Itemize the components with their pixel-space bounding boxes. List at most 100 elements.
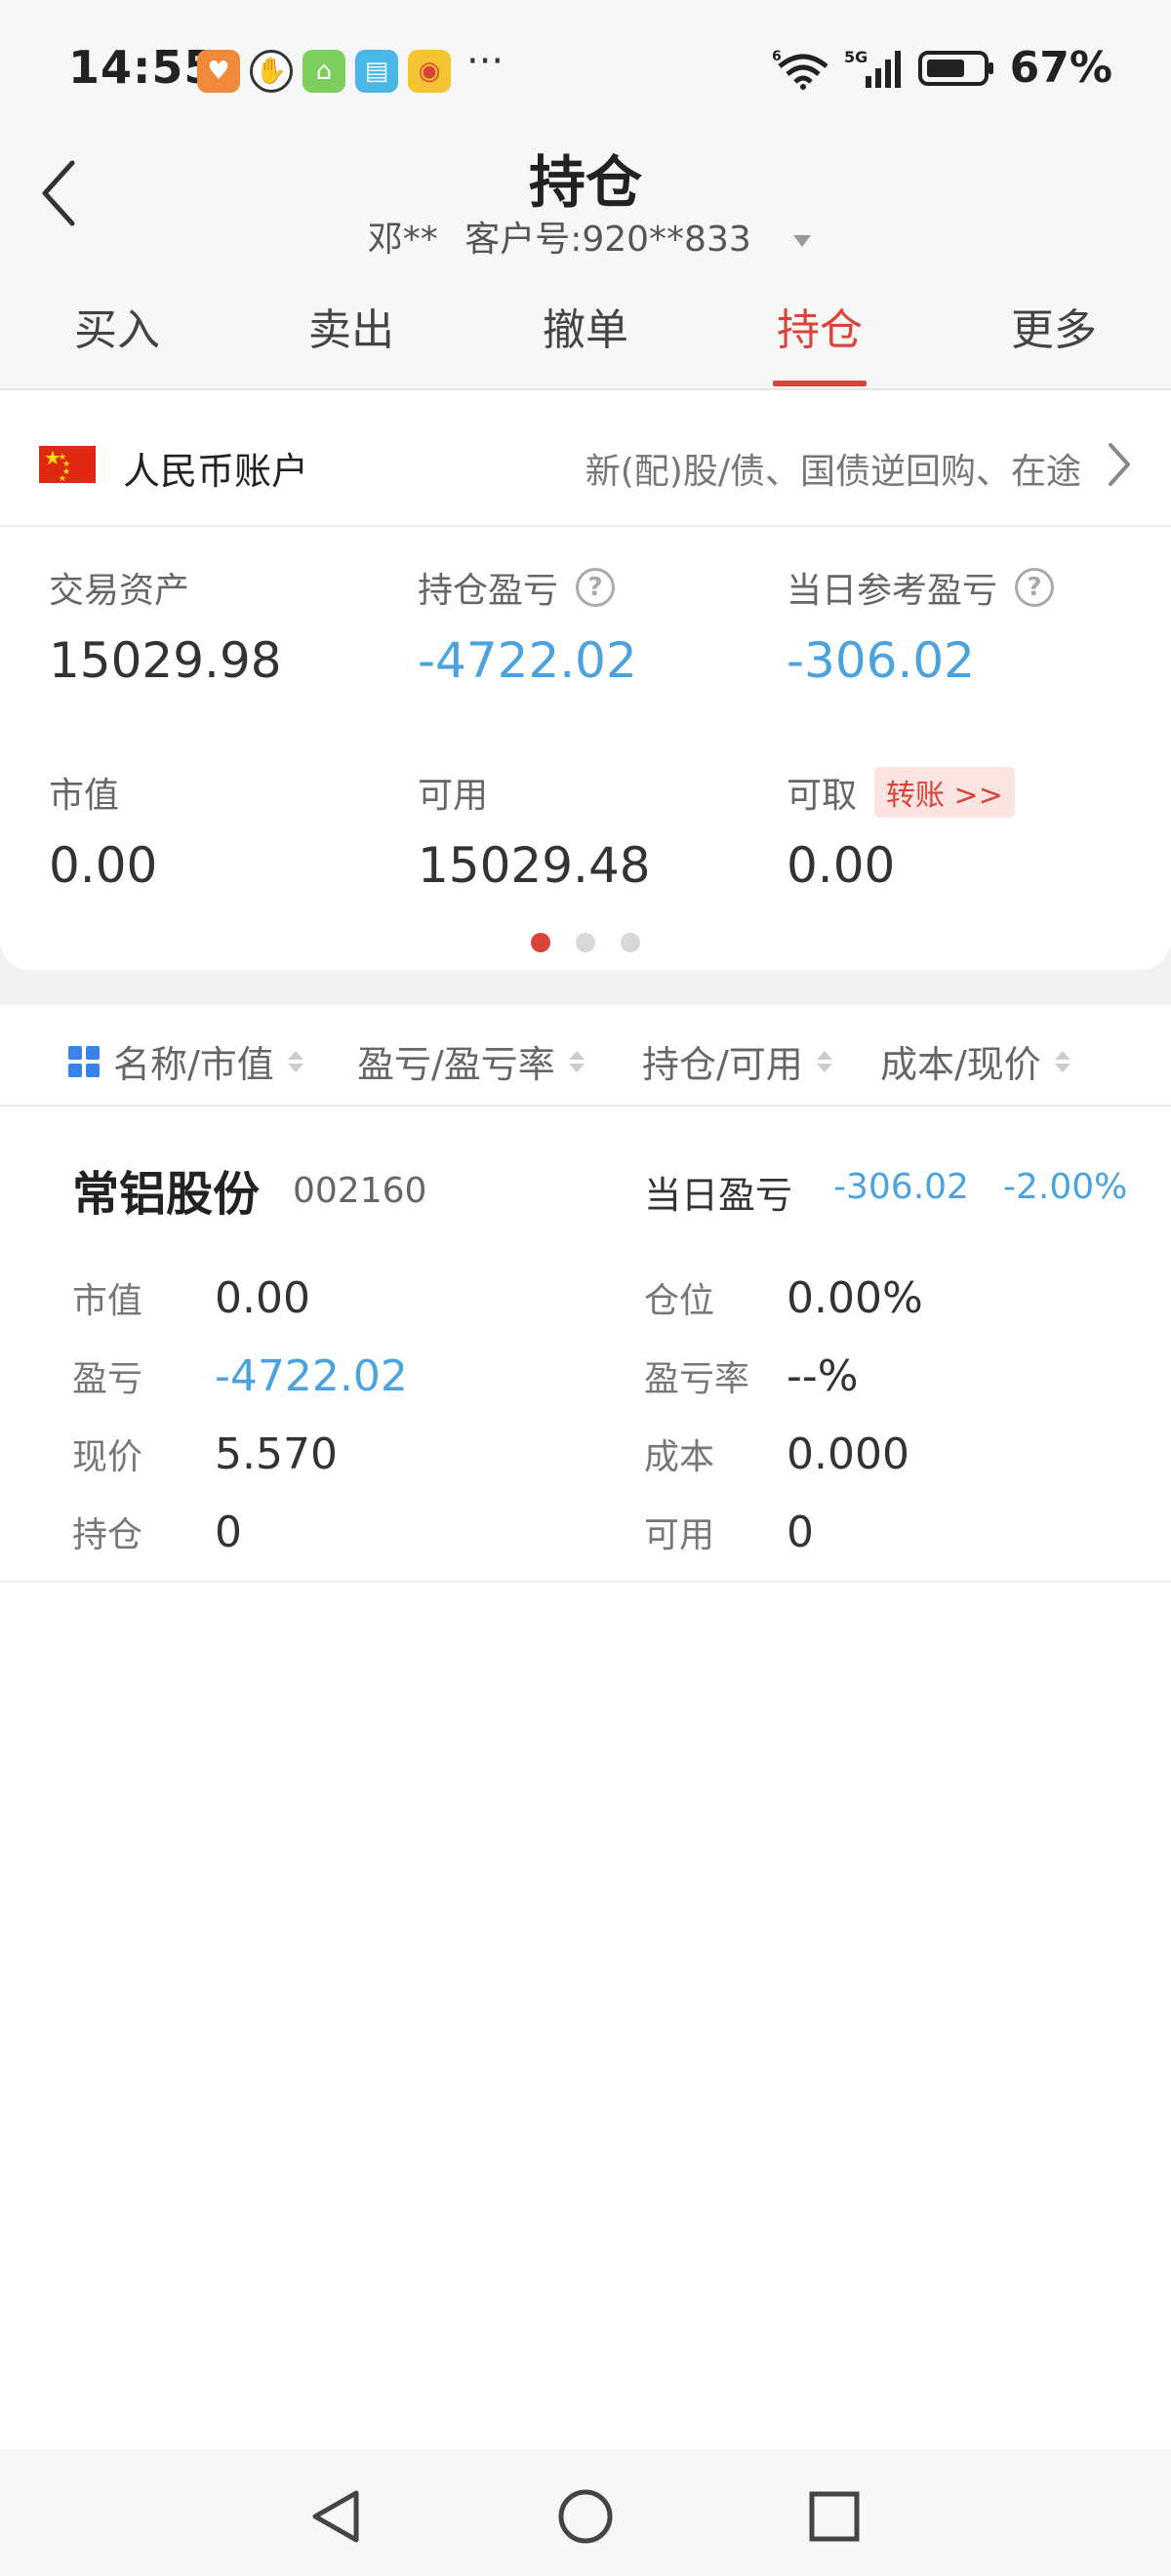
- system-nav-bar: [0, 2449, 1171, 2576]
- page-dot: [621, 933, 640, 952]
- dropdown-caret-icon: [793, 235, 812, 247]
- field-label: 盈亏: [72, 1359, 143, 1399]
- page-dot: [576, 933, 595, 952]
- header: 持仓 邓** 客户号:920**833: [0, 137, 1171, 263]
- metric-value: 0.00: [49, 837, 158, 894]
- sort-icon: [1054, 1050, 1070, 1072]
- field-value: 5.570: [215, 1429, 338, 1479]
- sort-pnl-rate[interactable]: 盈亏/盈亏率: [357, 1034, 585, 1088]
- chevron-right-icon: [1109, 443, 1130, 486]
- tab-more[interactable]: 更多: [937, 263, 1171, 388]
- field-label: 市值: [72, 1281, 143, 1321]
- metric-trade-assets: 交易资产 15029.98: [49, 562, 282, 689]
- svg-text:5G: 5G: [844, 48, 868, 66]
- field-value: 0: [215, 1508, 242, 1557]
- book-app-icon: ▤: [355, 50, 398, 93]
- grid-view-icon[interactable]: [68, 1045, 100, 1077]
- field-label: 持仓: [72, 1515, 143, 1555]
- page-indicator: [0, 933, 1171, 952]
- help-icon[interactable]: ?: [1015, 568, 1055, 607]
- weibo-app-icon: ◉: [408, 50, 451, 93]
- field-market-value: 市值 0.00: [72, 1272, 310, 1323]
- field-pnl-rate: 盈亏率 --%: [644, 1350, 859, 1401]
- sort-icon: [568, 1050, 585, 1072]
- metric-value: 15029.98: [49, 632, 282, 689]
- field-weight: 仓位 0.00%: [644, 1272, 923, 1323]
- field-value: 0: [787, 1508, 814, 1557]
- field-label: 成本: [644, 1437, 715, 1477]
- sort-name-market-value[interactable]: 名称/市值: [68, 1034, 303, 1088]
- field-label: 仓位: [644, 1281, 715, 1321]
- user-name: 邓**: [367, 220, 438, 260]
- sort-label: 名称/市值: [113, 1043, 274, 1086]
- field-label: 现价: [72, 1437, 143, 1477]
- account-name: 人民币账户: [123, 450, 309, 493]
- sort-icon: [816, 1050, 832, 1072]
- metric-withdrawable: 可取 转账 >> 0.00: [787, 767, 1015, 894]
- wifi-icon: 6: [772, 49, 828, 90]
- field-cost: 成本 0.000: [644, 1429, 909, 1479]
- metric-market-value: 市值 0.00: [49, 767, 157, 894]
- metric-label: 可取: [787, 776, 858, 816]
- field-label: 盈亏率: [644, 1359, 750, 1399]
- metric-label: 交易资产: [49, 571, 190, 611]
- transfer-button[interactable]: 转账 >>: [874, 767, 1015, 818]
- daily-pnl-value: -306.02: [833, 1167, 969, 1207]
- sort-header: 名称/市值 盈亏/盈亏率 持仓/可用 成本/现价: [0, 1005, 1171, 1107]
- account-section: ★ ★ ★ ★ ★ 人民币账户 新(配)股/债、国债逆回购、在途 交易资产 15029.…: [0, 390, 1171, 1005]
- field-value: 0.000: [787, 1429, 909, 1479]
- tab-buy[interactable]: 买入: [0, 263, 234, 388]
- sort-icon: [287, 1050, 303, 1072]
- sort-position-available[interactable]: 持仓/可用: [642, 1034, 832, 1088]
- account-description: 新(配)股/债、国债逆回购、在途: [585, 452, 1081, 492]
- field-pnl: 盈亏 -4722.02: [72, 1350, 408, 1401]
- sort-cost-price[interactable]: 成本/现价: [880, 1034, 1070, 1088]
- tab-sell[interactable]: 卖出: [234, 263, 468, 388]
- circle-home-icon: [558, 2489, 613, 2544]
- page-dot-active: [531, 933, 550, 952]
- field-value: -4722.02: [215, 1351, 408, 1401]
- metric-value: -306.02: [787, 632, 975, 689]
- field-available: 可用 0: [644, 1507, 814, 1557]
- page-title: 持仓: [528, 149, 642, 216]
- field-value: 0.00%: [787, 1273, 923, 1323]
- metric-label: 当日参考盈亏: [787, 571, 998, 611]
- sort-label: 持仓/可用: [642, 1043, 803, 1086]
- field-position: 持仓 0: [72, 1507, 242, 1557]
- nav-recents-button[interactable]: [800, 2482, 868, 2551]
- field-value: --%: [787, 1351, 859, 1401]
- daily-pnl-percent: -2.00%: [1003, 1167, 1128, 1207]
- metric-value: -4722.02: [418, 632, 637, 689]
- hand-app-icon: ✋: [250, 50, 293, 93]
- battery-icon: [917, 50, 993, 86]
- svg-text:6: 6: [772, 49, 782, 64]
- stock-code: 002160: [293, 1171, 427, 1211]
- battery-percent: 67%: [1009, 43, 1112, 93]
- sort-label: 盈亏/盈亏率: [357, 1043, 555, 1086]
- holding-item[interactable]: 常铝股份 002160 当日盈亏 -306.02 -2.00% 市值 0.00 …: [0, 1107, 1171, 1583]
- help-icon[interactable]: ?: [576, 568, 616, 607]
- metric-value: 0.00: [787, 837, 896, 894]
- status-right-group: 6 5G 67%: [772, 43, 1112, 93]
- health-app-icon: ♥: [197, 50, 240, 93]
- signal-icon: 5G: [844, 48, 901, 88]
- tab-positions[interactable]: 持仓: [703, 263, 937, 388]
- field-label: 可用: [644, 1515, 715, 1555]
- account-card: ★ ★ ★ ★ ★ 人民币账户 新(配)股/债、国债逆回购、在途 交易资产 15029.…: [0, 390, 1171, 970]
- nav-home-button[interactable]: [551, 2482, 620, 2551]
- status-time: 14:55: [68, 41, 217, 94]
- sort-label: 成本/现价: [880, 1043, 1041, 1086]
- metric-position-pnl: 持仓盈亏? -4722.02: [418, 562, 637, 689]
- triangle-back-icon: [312, 2490, 359, 2543]
- tab-cancel[interactable]: 撤单: [468, 263, 703, 388]
- metric-value: 15029.48: [418, 837, 651, 894]
- notification-icons: ♥ ✋ ⌂ ▤ ◉: [197, 49, 451, 94]
- status-bar: 14:55 ♥ ✋ ⌂ ▤ ◉ ··· 6 5G 67%: [0, 0, 1171, 137]
- metric-label: 市值: [49, 776, 120, 816]
- farm-app-icon: ⌂: [303, 50, 345, 93]
- account-row[interactable]: ★ ★ ★ ★ ★ 人民币账户 新(配)股/债、国债逆回购、在途: [0, 390, 1171, 527]
- metric-label: 可用: [418, 776, 489, 816]
- field-current-price: 现价 5.570: [72, 1429, 338, 1479]
- nav-back-button[interactable]: [301, 2482, 369, 2551]
- account-selector[interactable]: 邓** 客户号:920**833: [0, 211, 1171, 262]
